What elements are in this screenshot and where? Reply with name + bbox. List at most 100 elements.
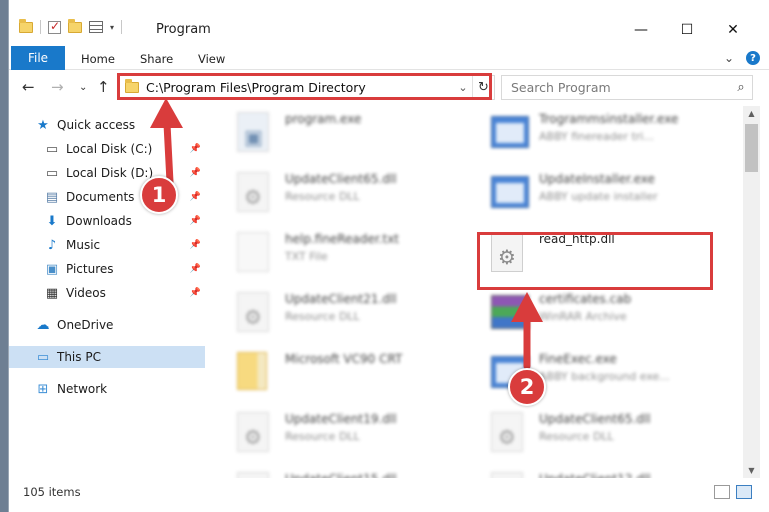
- cloud-icon: ☁: [36, 317, 50, 333]
- customize-toolbar-caret-icon[interactable]: ▾: [110, 23, 114, 32]
- details-view-icon[interactable]: [714, 485, 730, 499]
- file-name: program.exe: [285, 112, 362, 126]
- sidebar-item[interactable]: ♪ Music 📌: [9, 234, 205, 256]
- file-list: ▣ program.exe Trogrammsinstaller.exe ABBY f…: [205, 106, 743, 478]
- documents-icon: ▤: [45, 189, 59, 205]
- minimize-button[interactable]: —: [618, 16, 664, 44]
- file-item[interactable]: ⚙ UpdateClient65.dll Resource DLL: [233, 166, 473, 222]
- folder-icon: [237, 352, 275, 394]
- pin-icon[interactable]: 📌: [190, 240, 201, 250]
- pin-icon[interactable]: 📌: [190, 144, 201, 154]
- file-type: TXT File: [285, 250, 328, 263]
- search-input[interactable]: [502, 80, 730, 95]
- file-name: FineExec.exe: [539, 352, 617, 366]
- file-item[interactable]: ⚙ UpdateClient65.dll Resource DLL: [487, 406, 727, 462]
- sidebar-item-label: Music: [66, 238, 101, 252]
- tab-file[interactable]: File: [11, 46, 65, 70]
- address-bar[interactable]: C:\Program Files\Program Directory ⌄ ↻: [119, 75, 495, 100]
- vertical-scrollbar[interactable]: ▲ ▼: [743, 106, 760, 478]
- sidebar-item[interactable]: ⬇ Downloads 📌: [9, 210, 205, 232]
- pin-icon[interactable]: 📌: [190, 288, 201, 298]
- drive-icon: ▭: [45, 141, 59, 157]
- item-count: 105 items: [23, 485, 81, 499]
- expand-ribbon-icon[interactable]: ⌄: [724, 51, 734, 65]
- search-icon[interactable]: ⌕: [730, 80, 752, 95]
- scrollbar-thumb[interactable]: [745, 124, 758, 172]
- view-properties-icon[interactable]: [89, 21, 103, 33]
- file-name: certificates.cab: [539, 292, 632, 306]
- new-folder-icon[interactable]: [68, 18, 82, 33]
- back-arrow-icon[interactable]: ←: [22, 78, 35, 96]
- sidebar-item-label: Pictures: [66, 262, 114, 276]
- scroll-up-icon[interactable]: ▲: [743, 109, 760, 118]
- sidebar-item-label: This PC: [57, 350, 101, 364]
- file-item[interactable]: ⚙ UpdateClient19.dll Resource DLL: [233, 406, 473, 462]
- file-type: Resource DLL: [285, 310, 360, 323]
- file-type: ABBY background exe...: [539, 370, 670, 383]
- scroll-down-icon[interactable]: ▼: [743, 466, 760, 475]
- status-bar: 105 items: [9, 480, 769, 504]
- callout-number-1: 1: [140, 176, 178, 214]
- quick-access-toolbar: ▾: [19, 18, 123, 34]
- address-path[interactable]: C:\Program Files\Program Directory: [146, 80, 454, 95]
- close-button[interactable]: ✕: [710, 16, 756, 44]
- dll-icon: ⚙: [237, 172, 275, 214]
- sidebar-item[interactable]: ▭ Local Disk (D:) 📌: [9, 162, 205, 184]
- explorer-window: ▾ Program — ☐ ✕ File Home Share View ⌄ ?…: [8, 0, 769, 512]
- file-name: UpdateClient15.dll: [285, 472, 397, 478]
- properties-check-icon[interactable]: [48, 19, 61, 34]
- file-name: UpdateInstaller.exe: [539, 172, 655, 186]
- dll-icon: ⚙: [237, 292, 275, 334]
- file-item[interactable]: help.fineReader.txt TXT File: [233, 226, 473, 282]
- large-icons-view-icon[interactable]: [736, 485, 752, 499]
- tab-view[interactable]: View: [198, 52, 225, 66]
- folder-icon[interactable]: [19, 18, 33, 33]
- pin-icon[interactable]: 📌: [190, 192, 201, 202]
- pin-icon[interactable]: 📌: [190, 264, 201, 274]
- file-type: Resource DLL: [285, 430, 360, 443]
- forward-arrow-icon[interactable]: →: [51, 78, 64, 96]
- sidebar-item[interactable]: ▭ Local Disk (C:) 📌: [9, 138, 205, 160]
- file-item[interactable]: ▣ program.exe: [233, 106, 473, 162]
- drive-icon: ▭: [45, 165, 59, 181]
- sidebar-item-label: Videos: [66, 286, 106, 300]
- sidebar-item[interactable]: ▭ This PC: [9, 346, 205, 368]
- tab-home[interactable]: Home: [81, 52, 115, 66]
- file-type: ABBY finereader tri...: [539, 130, 654, 143]
- file-type: Resource DLL: [539, 430, 614, 443]
- file-name: UpdateClient21.dll: [285, 292, 397, 306]
- tab-share[interactable]: Share: [140, 52, 173, 66]
- dll-icon: ⚙: [491, 472, 529, 478]
- file-item[interactable]: certificates.cab WinRAR Archive: [487, 286, 727, 342]
- refresh-icon[interactable]: ↻: [472, 76, 494, 99]
- sidebar-item[interactable]: ⊞ Network: [9, 378, 205, 400]
- app-window-icon: [491, 172, 529, 214]
- sidebar-item-label: Network: [57, 382, 108, 396]
- toolbar-divider: [121, 20, 123, 34]
- file-item[interactable]: Trogrammsinstaller.exe ABBY finereader tr…: [487, 106, 727, 162]
- help-icon[interactable]: ?: [746, 51, 760, 65]
- file-item[interactable]: ⚙ UpdateClient21.dll Resource DLL: [233, 286, 473, 342]
- file-item[interactable]: Microsoft VC90 CRT: [233, 346, 473, 402]
- file-item[interactable]: ⚙UpdateClient12.dllResource DLL: [487, 466, 727, 478]
- recent-locations-icon[interactable]: ⌄: [79, 82, 87, 93]
- address-dropdown-icon[interactable]: ⌄: [454, 81, 472, 94]
- download-icon: ⬇: [46, 213, 58, 229]
- maximize-button[interactable]: ☐: [664, 16, 710, 44]
- file-item[interactable]: UpdateInstaller.exe ABBY update installer: [487, 166, 727, 222]
- search-box[interactable]: ⌕: [501, 75, 753, 100]
- pin-icon[interactable]: 📌: [190, 216, 201, 226]
- sidebar-item[interactable]: ★ Quick access: [9, 114, 205, 136]
- sidebar-item[interactable]: ▦ Videos 📌: [9, 282, 205, 304]
- navigation-bar: ← → ⌄ ↑ C:\Program Files\Program Directo…: [9, 71, 769, 105]
- file-item[interactable]: ⚙ read_http.dll: [487, 226, 727, 282]
- up-arrow-icon[interactable]: ↑: [97, 78, 110, 96]
- pin-icon[interactable]: 📌: [190, 168, 201, 178]
- folder-icon: [125, 79, 139, 93]
- sidebar-item[interactable]: ☁ OneDrive: [9, 314, 205, 336]
- dll-icon: ⚙: [237, 412, 275, 454]
- ribbon-right-controls: ⌄ ?: [724, 51, 760, 65]
- file-item[interactable]: ⚙UpdateClient15.dllResource DLL: [233, 466, 473, 478]
- file-name: UpdateClient65.dll: [539, 412, 651, 426]
- sidebar-item[interactable]: ▣ Pictures 📌: [9, 258, 205, 280]
